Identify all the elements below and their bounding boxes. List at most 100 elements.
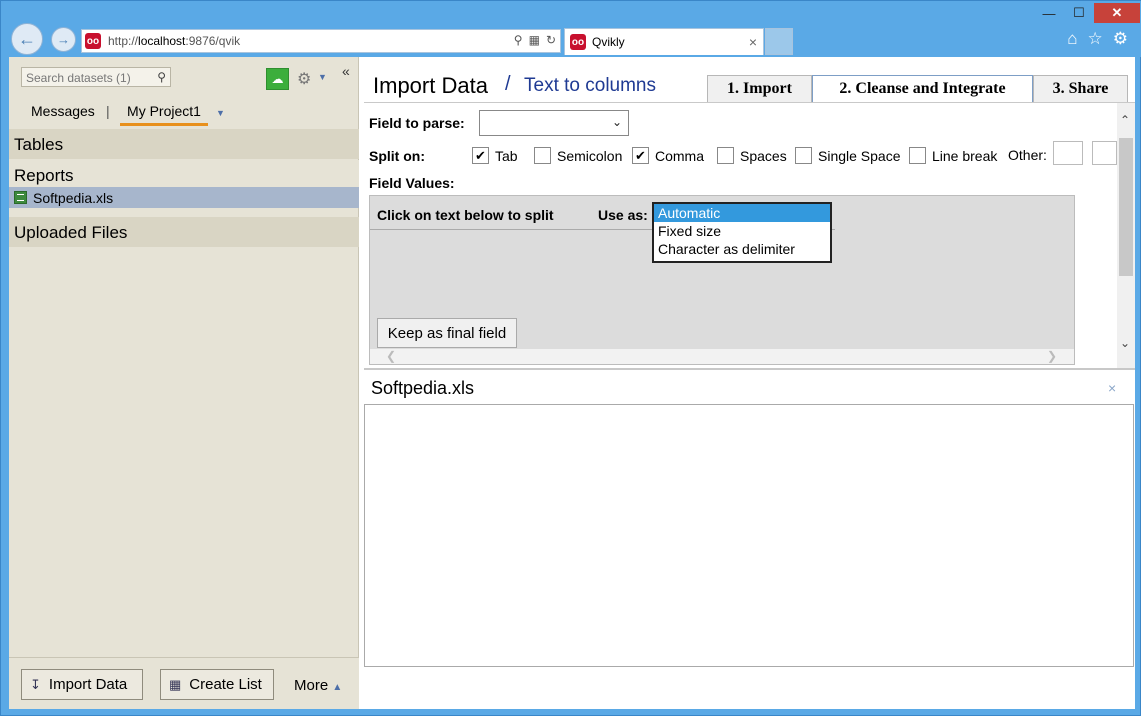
import-icon: ↧ xyxy=(30,676,41,692)
chevron-right-icon[interactable]: ❯ xyxy=(1047,349,1057,363)
keep-as-final-field-button[interactable]: Keep as final field xyxy=(377,318,517,348)
split-option-label: Spaces xyxy=(740,147,787,164)
search-icon[interactable]: ⚲ xyxy=(514,33,523,47)
chevron-down-icon[interactable]: ▼ xyxy=(318,72,327,82)
browser-window: ← → oo http://localhost:9876/qvik ⚲ ▦ ↻ … xyxy=(0,0,1141,716)
chevron-left-icon[interactable]: ❮ xyxy=(386,349,396,363)
create-list-button[interactable]: ▦ Create List xyxy=(160,669,274,700)
tab-favicon-icon: oo xyxy=(570,34,586,50)
forward-icon[interactable]: → xyxy=(51,27,76,52)
step-share[interactable]: 3. Share xyxy=(1033,75,1128,103)
import-data-label: Import Data xyxy=(48,676,128,693)
cloud-icon[interactable]: ☁ xyxy=(266,68,289,90)
split-option-line-break[interactable]: Line break xyxy=(909,147,997,164)
minimize-button[interactable]: — xyxy=(1034,3,1064,23)
more-button[interactable]: More ▲ xyxy=(294,677,342,694)
back-icon[interactable]: ← xyxy=(11,23,43,55)
tab-title: Qvikly xyxy=(592,35,625,49)
vertical-scrollbar[interactable]: ⌃ ⌄ xyxy=(1117,103,1135,368)
step-cleanse[interactable]: 2. Cleanse and Integrate xyxy=(812,75,1033,103)
close-window-button[interactable]: ✕ xyxy=(1094,3,1140,23)
more-label: More xyxy=(294,677,329,694)
page-title: Import Data xyxy=(373,73,488,98)
sidebar: Search datasets (1) ⚲ ☁ ⚙ ▼ « Messages |… xyxy=(9,57,359,709)
sidebar-tabs: Messages | My Project1 ▼ xyxy=(9,95,359,126)
horizontal-scrollbar[interactable]: ❮ ❯ xyxy=(370,349,1074,364)
tab-close-icon[interactable]: × xyxy=(749,34,757,50)
home-icon[interactable]: ⌂ xyxy=(1067,29,1077,49)
checkbox-icon[interactable] xyxy=(534,147,551,164)
checkbox-checked-icon[interactable]: ✔ xyxy=(632,147,649,164)
split-option-comma[interactable]: ✔ Comma xyxy=(632,147,704,164)
spreadsheet-icon xyxy=(14,191,27,204)
split-option-label: Comma xyxy=(655,147,705,164)
listbox-option[interactable]: Character as delimiter xyxy=(654,240,830,258)
checkbox-icon[interactable] xyxy=(795,147,812,164)
split-option-label: Semicolon xyxy=(557,147,623,164)
browser-tab[interactable]: oo Qvikly × xyxy=(564,28,764,55)
other-label: Other: xyxy=(1008,147,1047,163)
scrollbar-thumb[interactable] xyxy=(1119,138,1133,276)
field-to-parse-select[interactable]: ⌄ xyxy=(479,110,629,136)
title-separator: / xyxy=(505,73,511,95)
search-icon[interactable]: ⚲ xyxy=(157,70,166,84)
use-as-label: Use as: xyxy=(598,207,648,223)
split-on-label: Split on: xyxy=(369,148,425,164)
table-icon: ▦ xyxy=(169,676,182,692)
listbox-option[interactable]: Fixed size xyxy=(654,222,830,240)
checkbox-checked-icon[interactable]: ✔ xyxy=(472,147,489,164)
chevron-up-icon[interactable]: ⌃ xyxy=(1120,113,1130,127)
tab-my-project[interactable]: My Project1 xyxy=(120,103,208,126)
section-tables[interactable]: Tables xyxy=(9,129,359,159)
split-option-single-space[interactable]: Single Space xyxy=(795,147,901,164)
header-divider xyxy=(364,102,1135,103)
search-datasets-input[interactable]: Search datasets (1) ⚲ xyxy=(21,67,171,87)
window-controls: — ☐ ✕ xyxy=(1034,3,1140,23)
other-delimiter-input[interactable] xyxy=(1053,141,1083,165)
refresh-icon[interactable]: ↻ xyxy=(546,33,556,47)
settings-gear-icon[interactable]: ⚙ xyxy=(297,69,311,89)
sidebar-footer: ↧ Import Data ▦ Create List More ▲ xyxy=(9,657,359,709)
field-values-label: Field Values: xyxy=(369,175,455,191)
split-option-semicolon[interactable]: Semicolon xyxy=(534,147,622,164)
panel-divider[interactable] xyxy=(364,368,1135,370)
dataset-item[interactable]: Softpedia.xls xyxy=(9,187,359,208)
collapse-sidebar-icon[interactable]: « xyxy=(342,63,350,79)
field-to-parse-label: Field to parse: xyxy=(369,115,465,131)
compat-icon[interactable]: ▦ xyxy=(529,33,540,47)
chevron-down-icon[interactable]: ▼ xyxy=(216,108,225,118)
section-uploaded-files[interactable]: Uploaded Files xyxy=(9,217,359,247)
chevron-down-icon[interactable]: ⌄ xyxy=(1120,336,1130,350)
close-icon[interactable]: × xyxy=(1108,380,1116,396)
use-as-listbox[interactable]: Automatic Fixed size Character as delimi… xyxy=(652,202,832,263)
address-tools: ⚲ ▦ ↻ xyxy=(514,33,556,47)
listbox-option[interactable]: Automatic xyxy=(654,204,830,222)
address-bar[interactable]: oo http://localhost:9876/qvik ⚲ ▦ ↻ xyxy=(81,29,561,53)
other-delimiter-input-2[interactable] xyxy=(1092,141,1117,165)
main-panel: Import Data / Text to columns 1. Import … xyxy=(364,57,1135,709)
split-option-spaces[interactable]: Spaces xyxy=(717,147,787,164)
step-import[interactable]: 1. Import xyxy=(707,75,812,103)
site-favicon-icon: oo xyxy=(85,33,101,49)
tab-separator: | xyxy=(106,103,110,119)
star-icon[interactable]: ☆ xyxy=(1088,29,1103,49)
click-to-split-label: Click on text below to split xyxy=(377,207,554,223)
maximize-button[interactable]: ☐ xyxy=(1064,3,1094,23)
checkbox-icon[interactable] xyxy=(717,147,734,164)
search-placeholder: Search datasets (1) xyxy=(26,71,131,85)
section-reports[interactable]: Reports xyxy=(9,160,359,188)
split-option-label: Line break xyxy=(932,147,998,164)
url-text: http://localhost:9876/qvik xyxy=(108,34,241,48)
dataset-item-label: Softpedia.xls xyxy=(33,189,114,206)
gear-icon[interactable]: ⚙ xyxy=(1113,29,1128,49)
chevron-down-icon: ⌄ xyxy=(611,115,622,129)
new-tab-button[interactable] xyxy=(765,28,793,55)
import-data-button[interactable]: ↧ Import Data xyxy=(21,669,143,700)
split-option-label: Single Space xyxy=(818,147,901,164)
wizard-steps: 1. Import 2. Cleanse and Integrate 3. Sh… xyxy=(707,75,1128,103)
split-option-tab[interactable]: ✔ Tab xyxy=(472,147,518,164)
tab-messages[interactable]: Messages xyxy=(31,103,95,119)
split-option-label: Tab xyxy=(495,147,518,164)
checkbox-icon[interactable] xyxy=(909,147,926,164)
page-subtitle[interactable]: Text to columns xyxy=(524,75,656,97)
